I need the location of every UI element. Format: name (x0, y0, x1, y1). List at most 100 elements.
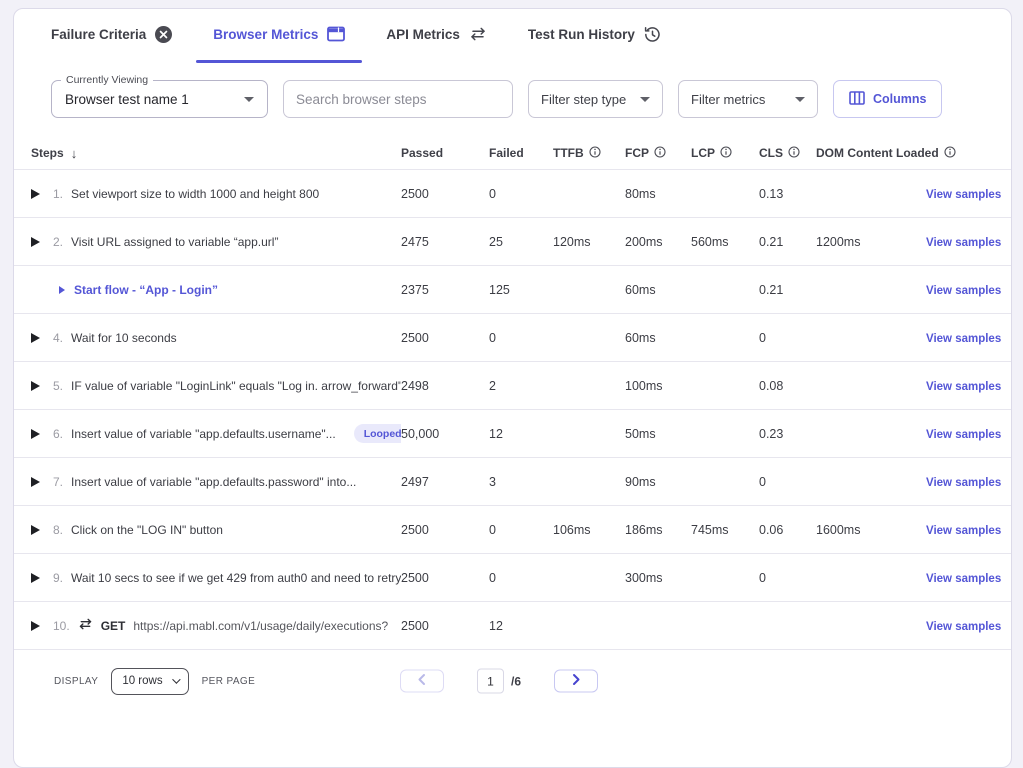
dom-cell: 1600ms (816, 523, 926, 537)
tab-browser-metrics[interactable]: Browser Metrics (196, 9, 362, 59)
failed-cell: 0 (489, 331, 553, 345)
steps-header-label: Steps (31, 146, 64, 160)
step-label: Set viewport size to width 1000 and heig… (71, 187, 319, 201)
tab-test-run-history[interactable]: Test Run History (511, 9, 678, 59)
table-row: 5.IF value of variable "LoginLink" equal… (14, 362, 1011, 410)
table-row: 6.Insert value of variable "app.defaults… (14, 410, 1011, 458)
cls-cell: 0.13 (759, 187, 816, 201)
table-row: 2.Visit URL assigned to variable “app.ur… (14, 218, 1011, 266)
table-footer: DISPLAY 10 rows PER PAGE 1 /6 (14, 650, 1011, 712)
filter-toolbar: Currently Viewing Browser test name 1 Fi… (51, 80, 1011, 118)
tab-label: Failure Criteria (51, 27, 146, 42)
cls-cell: 0 (759, 475, 816, 489)
page-total-label: /6 (511, 674, 521, 688)
passed-column-header: Passed (401, 146, 489, 160)
step-number: 4. (53, 331, 63, 345)
step-number: 5. (53, 379, 63, 393)
failed-column-header: Failed (489, 146, 553, 160)
step-cell: 1.Set viewport size to width 1000 and he… (53, 187, 401, 201)
table-row: 9.Wait 10 secs to see if we get 429 from… (14, 554, 1011, 602)
search-input[interactable] (283, 80, 513, 118)
view-samples-link[interactable]: View samples (926, 333, 1001, 345)
dropdown-arrow-icon (795, 97, 805, 102)
step-cell: 8. Click on the "LOG IN" button (53, 523, 401, 537)
step-cell: 9.Wait 10 secs to see if we get 429 from… (53, 571, 401, 585)
tab-failure-criteria[interactable]: Failure Criteria (34, 9, 189, 59)
ttfb-cell: 106ms (553, 523, 625, 537)
table-row: 8.Click on the "LOG IN" button25000106ms… (14, 506, 1011, 554)
passed-cell: 2500 (401, 619, 489, 633)
step-number: 7. (53, 475, 63, 489)
samples-cell: View samples (926, 235, 996, 249)
chevron-left-icon (418, 674, 426, 689)
columns-button-label: Columns (873, 92, 926, 106)
currently-viewing-select[interactable]: Currently Viewing Browser test name 1 (51, 80, 268, 118)
table-row: 4.Wait for 10 seconds2500060ms0View samp… (14, 314, 1011, 362)
filter-step-type-label: Filter step type (541, 92, 626, 107)
step-cell: 2.Visit URL assigned to variable “app.ur… (53, 235, 401, 249)
info-icon[interactable] (654, 146, 666, 161)
fcp-cell: 186ms (625, 523, 691, 537)
samples-cell: View samples (926, 187, 996, 201)
failed-cell: 12 (489, 427, 553, 441)
previous-page-button[interactable] (400, 670, 444, 693)
cls-cell: 0.08 (759, 379, 816, 393)
current-page-input[interactable]: 1 (477, 669, 504, 694)
view-samples-link[interactable]: View samples (926, 429, 1001, 441)
step-cell: 10.GEThttps://api.mabl.com/v1/usage/dail… (53, 618, 401, 633)
dom-content-loaded-column-header: DOM Content Loaded (816, 146, 926, 161)
step-number: 2. (53, 235, 63, 249)
expand-flow-icon[interactable] (59, 286, 65, 294)
api-arrows-icon (78, 618, 93, 633)
info-icon[interactable] (720, 146, 732, 161)
passed-cell: 2497 (401, 475, 489, 489)
view-samples-link[interactable]: View samples (926, 381, 1001, 393)
expand-cell (31, 333, 53, 343)
tab-api-metrics[interactable]: API Metrics (369, 9, 504, 59)
next-page-button[interactable] (554, 670, 598, 693)
view-samples-link[interactable]: View samples (926, 285, 1001, 297)
expand-row-icon[interactable] (31, 189, 40, 199)
chevron-down-icon (172, 675, 180, 683)
expand-row-icon[interactable] (31, 477, 40, 487)
expand-row-icon[interactable] (31, 381, 40, 391)
currently-viewing-label: Currently Viewing (61, 74, 153, 86)
rows-per-page-select[interactable]: 10 rows (111, 668, 188, 695)
failed-cell: 0 (489, 523, 553, 537)
step-number: 8. (53, 523, 63, 537)
expand-row-icon[interactable] (31, 333, 40, 343)
browser-metrics-panel: Failure Criteria Browser Metrics API Met… (13, 8, 1012, 768)
expand-row-icon[interactable] (31, 525, 40, 535)
view-samples-link[interactable]: View samples (926, 525, 1001, 537)
expand-cell (31, 477, 53, 487)
api-url-label: https://api.mabl.com/v1/usage/daily/exec… (133, 619, 388, 633)
cancel-icon (155, 26, 172, 43)
step-label: Click on the "LOG IN" button (71, 523, 223, 537)
info-icon[interactable] (944, 146, 956, 161)
lcp-cell: 745ms (691, 523, 759, 537)
passed-cell: 2500 (401, 331, 489, 345)
view-samples-link[interactable]: View samples (926, 189, 1001, 201)
samples-cell: View samples (926, 283, 996, 297)
columns-button[interactable]: Columns (833, 80, 942, 118)
fcp-cell: 90ms (625, 475, 691, 489)
view-samples-link[interactable]: View samples (926, 237, 1001, 249)
passed-cell: 50,000 (401, 427, 489, 441)
ttfb-column-header: TTFB (553, 146, 625, 161)
view-samples-link[interactable]: View samples (926, 573, 1001, 585)
filter-step-type-select[interactable]: Filter step type (528, 80, 663, 118)
expand-row-icon[interactable] (31, 237, 40, 247)
expand-row-icon[interactable] (31, 621, 40, 631)
steps-column-header[interactable]: Steps ↓ (31, 146, 401, 161)
step-number: 9. (53, 571, 63, 585)
info-icon[interactable] (589, 146, 601, 161)
expand-row-icon[interactable] (31, 573, 40, 583)
view-samples-link[interactable]: View samples (926, 477, 1001, 489)
info-icon[interactable] (788, 146, 800, 161)
view-samples-link[interactable]: View samples (926, 621, 1001, 633)
filter-metrics-select[interactable]: Filter metrics (678, 80, 818, 118)
samples-cell: View samples (926, 379, 996, 393)
expand-row-icon[interactable] (31, 429, 40, 439)
step-cell: 5.IF value of variable "LoginLink" equal… (53, 379, 401, 393)
page-indicator: 1 /6 (477, 669, 521, 694)
